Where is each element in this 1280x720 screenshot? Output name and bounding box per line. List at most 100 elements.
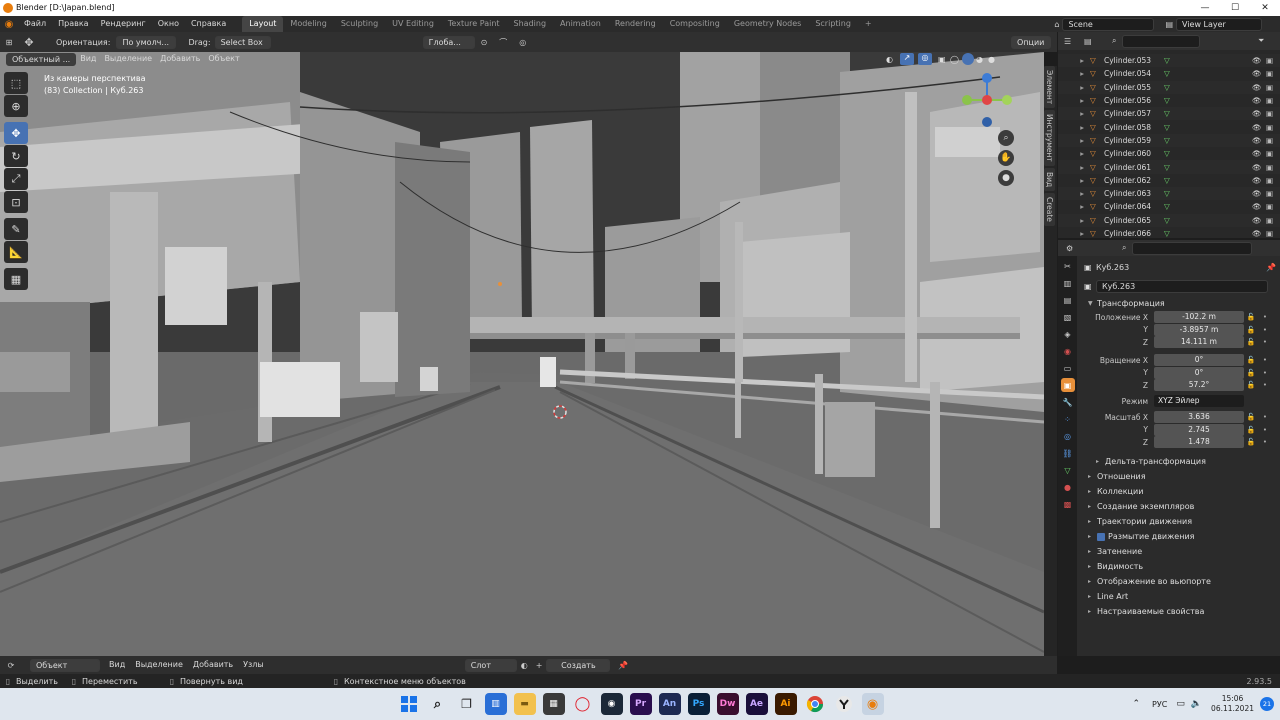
keyframe-icon[interactable]: • (1258, 369, 1272, 377)
eye-icon[interactable]: 👁 (1252, 69, 1266, 78)
object-mode-dropdown[interactable]: Объектный ... (6, 52, 77, 66)
after-effects-icon[interactable]: Ae (745, 693, 768, 715)
keyframe-icon[interactable]: • (1258, 356, 1272, 364)
eye-icon[interactable]: 👁 (1252, 176, 1266, 185)
lock-icon[interactable]: 🔓 (1244, 313, 1258, 321)
move-tool-icon[interactable]: ✥ (18, 36, 40, 49)
tab-scripting[interactable]: Scripting (808, 16, 858, 32)
motion-blur-section[interactable]: ▸ Размытие движения (1080, 529, 1280, 544)
viewport-display-section[interactable]: ▸ Отображение во вьюпорте (1080, 574, 1280, 589)
outliner-row[interactable]: ▸ ▽ Cylinder.054 ▽ 👁 ▣ (1058, 67, 1280, 80)
tab-view[interactable]: Вид (1044, 167, 1055, 192)
camera-icon[interactable]: ▣ (1266, 202, 1280, 211)
solid-shading-icon[interactable] (962, 53, 974, 65)
photoshop-icon[interactable]: Ps (687, 693, 710, 715)
view-layer-field[interactable]: View Layer (1176, 17, 1262, 31)
scale-tool-icon[interactable]: ⤢ (4, 168, 28, 190)
eye-icon[interactable]: 👁 (1252, 229, 1266, 238)
keyframe-icon[interactable]: • (1258, 381, 1272, 389)
menu-file[interactable]: Файл (18, 16, 52, 32)
chrome-icon[interactable] (804, 693, 826, 715)
rendered-shading-icon[interactable]: ● (988, 55, 1000, 64)
tab-layout[interactable]: Layout (242, 16, 284, 32)
menu-render[interactable]: Рендеринг (95, 16, 152, 32)
tray-chevron-icon[interactable]: ⌃ (1126, 699, 1146, 709)
measure-tool-icon[interactable]: 📐 (4, 241, 28, 263)
dreamweaver-icon[interactable]: Dw (716, 693, 739, 715)
steam-icon[interactable]: ◉ (600, 693, 623, 715)
minimize-button[interactable]: — (1190, 0, 1220, 16)
eye-icon[interactable]: 👁 (1252, 216, 1266, 225)
eye-icon[interactable]: 👁 (1252, 163, 1266, 172)
eye-icon[interactable]: 👁 (1252, 202, 1266, 211)
instancing-section[interactable]: ▸ Создание экземпляров (1080, 499, 1280, 514)
timeline-menu-select[interactable]: Выделение (130, 657, 188, 673)
filter-icon[interactable]: ⏷ (1258, 36, 1280, 46)
wireframe-shading-icon[interactable]: ◯ (950, 55, 962, 64)
collection-properties-icon[interactable]: ▭ (1061, 361, 1075, 375)
viewport-menu-object[interactable]: Объект (204, 51, 243, 67)
camera-icon[interactable]: ▣ (1266, 163, 1280, 172)
eye-icon[interactable]: 👁 (1252, 189, 1266, 198)
clock[interactable]: 15:06 06.11.2021 (1205, 694, 1260, 714)
3d-viewport[interactable]: Из камеры перспектива (83) Collection | … (0, 52, 1044, 656)
language-indicator[interactable]: РУС (1146, 700, 1173, 709)
proportional-edit-icon[interactable]: ◎ (513, 38, 532, 47)
camera-icon[interactable]: ▣ (1266, 216, 1280, 225)
camera-icon[interactable]: ▣ (1266, 123, 1280, 132)
timeline-mode-dropdown[interactable]: Объект (30, 658, 100, 672)
properties-editor-icon[interactable]: ⚙ (1066, 244, 1122, 253)
physics-properties-icon[interactable]: ◎ (1061, 429, 1075, 443)
outliner-search-input[interactable] (1122, 34, 1200, 48)
lock-icon[interactable]: 🔓 (1244, 326, 1258, 334)
tool-properties-icon[interactable]: ✂ (1061, 259, 1075, 273)
notification-badge[interactable]: 21 (1260, 697, 1274, 711)
move-tool-button-icon[interactable]: ✥ (4, 122, 28, 144)
pin-icon[interactable]: 📌 (1266, 263, 1280, 272)
scale-z-field[interactable]: 1.478 (1154, 436, 1244, 448)
tab-item[interactable]: Элемент (1044, 66, 1055, 109)
widgets-icon[interactable]: ▥ (484, 693, 507, 715)
close-button[interactable]: ✕ (1250, 0, 1280, 16)
lock-icon[interactable]: 🔓 (1244, 426, 1258, 434)
maximize-button[interactable]: ☐ (1220, 0, 1250, 16)
properties-search-input[interactable] (1132, 241, 1252, 255)
tab-sculpting[interactable]: Sculpting (334, 16, 385, 32)
eye-icon[interactable]: 👁 (1252, 123, 1266, 132)
tab-uv-editing[interactable]: UV Editing (385, 16, 441, 32)
outliner-row[interactable]: ▸ ▽ Cylinder.055 ▽ 👁 ▣ (1058, 80, 1280, 94)
keyframe-icon[interactable]: • (1258, 313, 1272, 321)
scene-field[interactable]: Scene (1062, 17, 1155, 31)
camera-icon[interactable]: ▣ (1266, 69, 1280, 78)
outliner-row[interactable]: ▸ ▽ Cylinder.053 ▽ 👁 ▣ (1058, 54, 1280, 68)
outliner-row[interactable]: ▸ ▽ Cylinder.064 ▽ 👁 ▣ (1058, 200, 1280, 213)
search-icon[interactable]: ⌕ (427, 693, 449, 715)
lock-icon[interactable]: 🔓 (1244, 381, 1258, 389)
transform-section-header[interactable]: ▼ Трансформация (1080, 296, 1280, 311)
premiere-icon[interactable]: Pr (629, 693, 652, 715)
orientation-dropdown[interactable]: По умолч... (116, 35, 177, 49)
editor-type-icon[interactable]: ⊞ (0, 38, 18, 47)
timeline-menu-nodes[interactable]: Узлы (238, 657, 269, 673)
network-icon[interactable]: ▭ (1173, 699, 1188, 709)
editor-type-icon[interactable]: ⟳ (0, 661, 22, 670)
outliner-row[interactable]: ▸ ▽ Cylinder.057 ▽ 👁 ▣ (1058, 107, 1280, 121)
motion-blur-checkbox[interactable] (1097, 532, 1105, 541)
outliner-row[interactable]: ▸ ▽ Cylinder.058 ▽ 👁 ▣ (1058, 120, 1280, 133)
modifier-properties-icon[interactable]: 🔧 (1061, 395, 1075, 409)
keyframe-icon[interactable]: • (1258, 426, 1272, 434)
outliner-row[interactable]: ▸ ▽ Cylinder.066 ▽ 👁 ▣ (1058, 227, 1280, 240)
texture-properties-icon[interactable]: ▩ (1061, 497, 1075, 511)
eye-icon[interactable]: 👁 (1252, 109, 1266, 118)
tab-create[interactable]: Create (1044, 193, 1055, 227)
tab-rendering[interactable]: Rendering (608, 16, 663, 32)
particles-properties-icon[interactable]: ⁘ (1061, 412, 1075, 426)
slot-dropdown[interactable]: Слот (464, 658, 517, 672)
scene-properties-icon[interactable]: ◈ (1061, 327, 1075, 341)
material-slot-icon[interactable]: ◐ (517, 661, 532, 670)
eye-icon[interactable]: 👁 (1252, 56, 1266, 65)
navigation-gizmo[interactable] (955, 70, 1021, 136)
tab-modeling[interactable]: Modeling (283, 16, 333, 32)
blender-taskbar-icon[interactable]: ◉ (861, 693, 884, 715)
viewport-menu-add[interactable]: Добавить (156, 51, 204, 67)
